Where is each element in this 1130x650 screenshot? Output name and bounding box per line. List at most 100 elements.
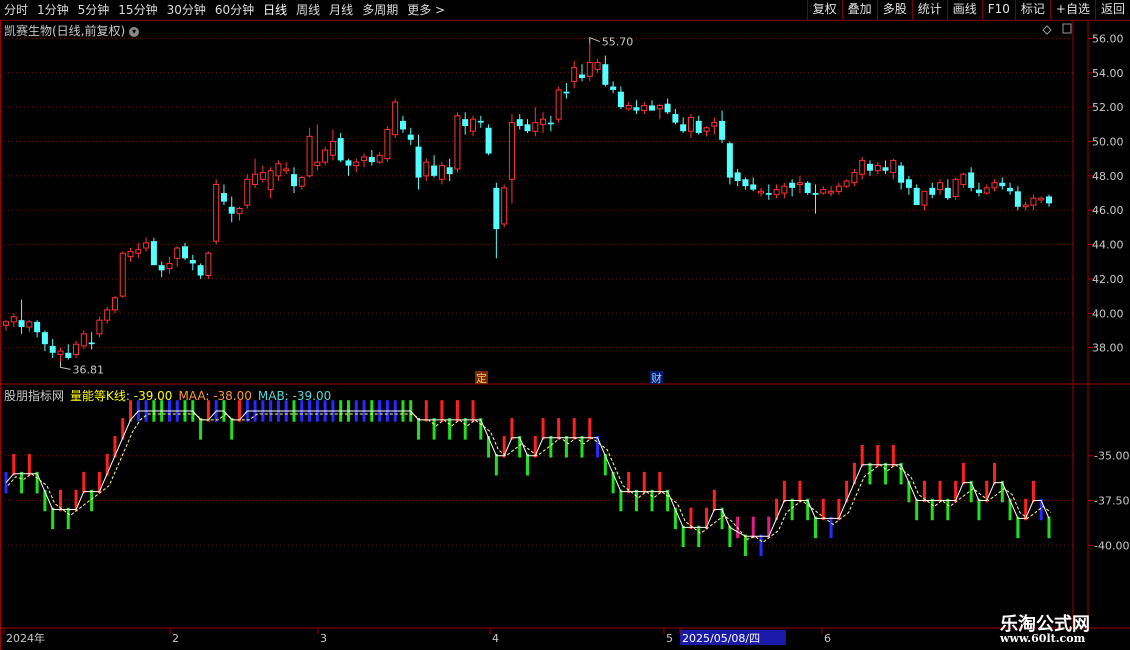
chart-canvas[interactable]: 56.00 54.00 52.00 50.00 48.00 46.00 44.00 42.00… [0, 0, 1130, 650]
indicator-bar [884, 462, 888, 485]
indicator-bar [66, 507, 70, 530]
candle-body [3, 321, 9, 326]
candle-body [166, 262, 173, 270]
indicator-bar [712, 489, 716, 512]
candle-body [158, 265, 165, 271]
x-axis-label: 2 [172, 632, 179, 645]
indicator-bar [90, 489, 94, 512]
candle-body [711, 122, 718, 127]
candle-body [944, 187, 951, 199]
candle-body [695, 120, 702, 133]
candle-body [508, 122, 515, 180]
candle-body [835, 185, 842, 192]
candle-body [423, 161, 430, 177]
candle-body [952, 178, 959, 197]
indicator-bar [199, 418, 203, 440]
indicator-bar [798, 480, 802, 503]
candle-body [773, 189, 780, 196]
indicator-bar [82, 471, 86, 494]
candle-body [236, 208, 243, 215]
event-marker-ding: 定 [476, 371, 487, 385]
candle-body [368, 156, 375, 163]
candle-body [88, 342, 95, 345]
cursor-date-label: 2025/05/08/四 [682, 632, 760, 645]
indicator-bar [448, 418, 452, 440]
candle-body [765, 193, 772, 195]
candle-body [415, 146, 422, 178]
candle-body [228, 206, 235, 214]
candle-body [1007, 187, 1014, 192]
candle-body [150, 241, 157, 266]
candle-body [34, 321, 41, 333]
diamond-icon [1042, 25, 1052, 35]
indicator-bar [1016, 516, 1020, 539]
indicator-bar [51, 507, 55, 530]
indicator-bar [424, 400, 428, 422]
candle-body [758, 190, 765, 194]
indicator-y-tick-label: -37.50 [1094, 495, 1129, 508]
candle-body [174, 247, 181, 259]
candle-body [485, 127, 492, 154]
indicator-bar [230, 418, 234, 440]
candle-body [493, 187, 500, 230]
candle-body [80, 333, 87, 347]
indicator-bar [564, 436, 568, 458]
candle-body [407, 134, 414, 140]
candle-body [477, 120, 484, 123]
indicator-bar [946, 498, 950, 521]
x-axis-label: 5 [666, 632, 673, 645]
indicator-bar [961, 462, 965, 485]
candle-body [1046, 196, 1052, 204]
candle-body [921, 190, 928, 206]
candle-body [555, 89, 562, 120]
candle-body [298, 177, 305, 187]
indicator-bar [440, 400, 444, 422]
candle-body [1030, 197, 1037, 206]
candle-body [399, 120, 406, 130]
indicator-bar [759, 534, 763, 557]
low-marker-line [59, 361, 71, 370]
candle-body [563, 91, 570, 94]
candle-body [664, 103, 671, 113]
candle-body [610, 86, 617, 90]
candle-body [983, 187, 990, 194]
indicator-bar [790, 498, 794, 521]
candle-body [501, 187, 508, 225]
candle-body [937, 182, 944, 191]
candle-body [726, 143, 733, 178]
indicator-y-tick-label: -40.00 [1094, 539, 1129, 552]
candle-body [41, 332, 48, 345]
indicator-y-tick-label: -35.00 [1094, 450, 1129, 463]
candle-body [438, 165, 445, 180]
x-axis-label: 6 [824, 632, 831, 645]
candle-body [182, 246, 189, 259]
candle-body [532, 122, 539, 132]
candle-body [789, 182, 796, 188]
indicator-bar [588, 418, 592, 440]
candle-body [431, 165, 438, 176]
candle-body [602, 64, 609, 85]
candle-body [547, 122, 554, 125]
indicator-bar [494, 453, 498, 476]
candle-body [516, 119, 523, 127]
candle-body [796, 182, 803, 185]
candle-body [828, 190, 835, 194]
x-axis-label: 4 [492, 632, 499, 645]
candle-body [18, 320, 25, 328]
indicator-bar [526, 453, 529, 476]
candle-body [859, 159, 866, 175]
candle-body [205, 252, 212, 276]
indicator-bar [977, 498, 981, 521]
candle-body [446, 167, 453, 175]
indicator-bar [580, 436, 584, 458]
candle-body [143, 242, 150, 249]
indicator-bar [417, 418, 421, 440]
high-marker-line [589, 36, 600, 44]
candle-body [73, 343, 80, 356]
candle-body [540, 118, 547, 125]
indicator-bar [860, 444, 864, 467]
candle-body [1022, 204, 1029, 208]
candle-body [220, 193, 227, 202]
high-price-label: 55.70 [602, 36, 634, 49]
indicator-bar [642, 471, 646, 494]
